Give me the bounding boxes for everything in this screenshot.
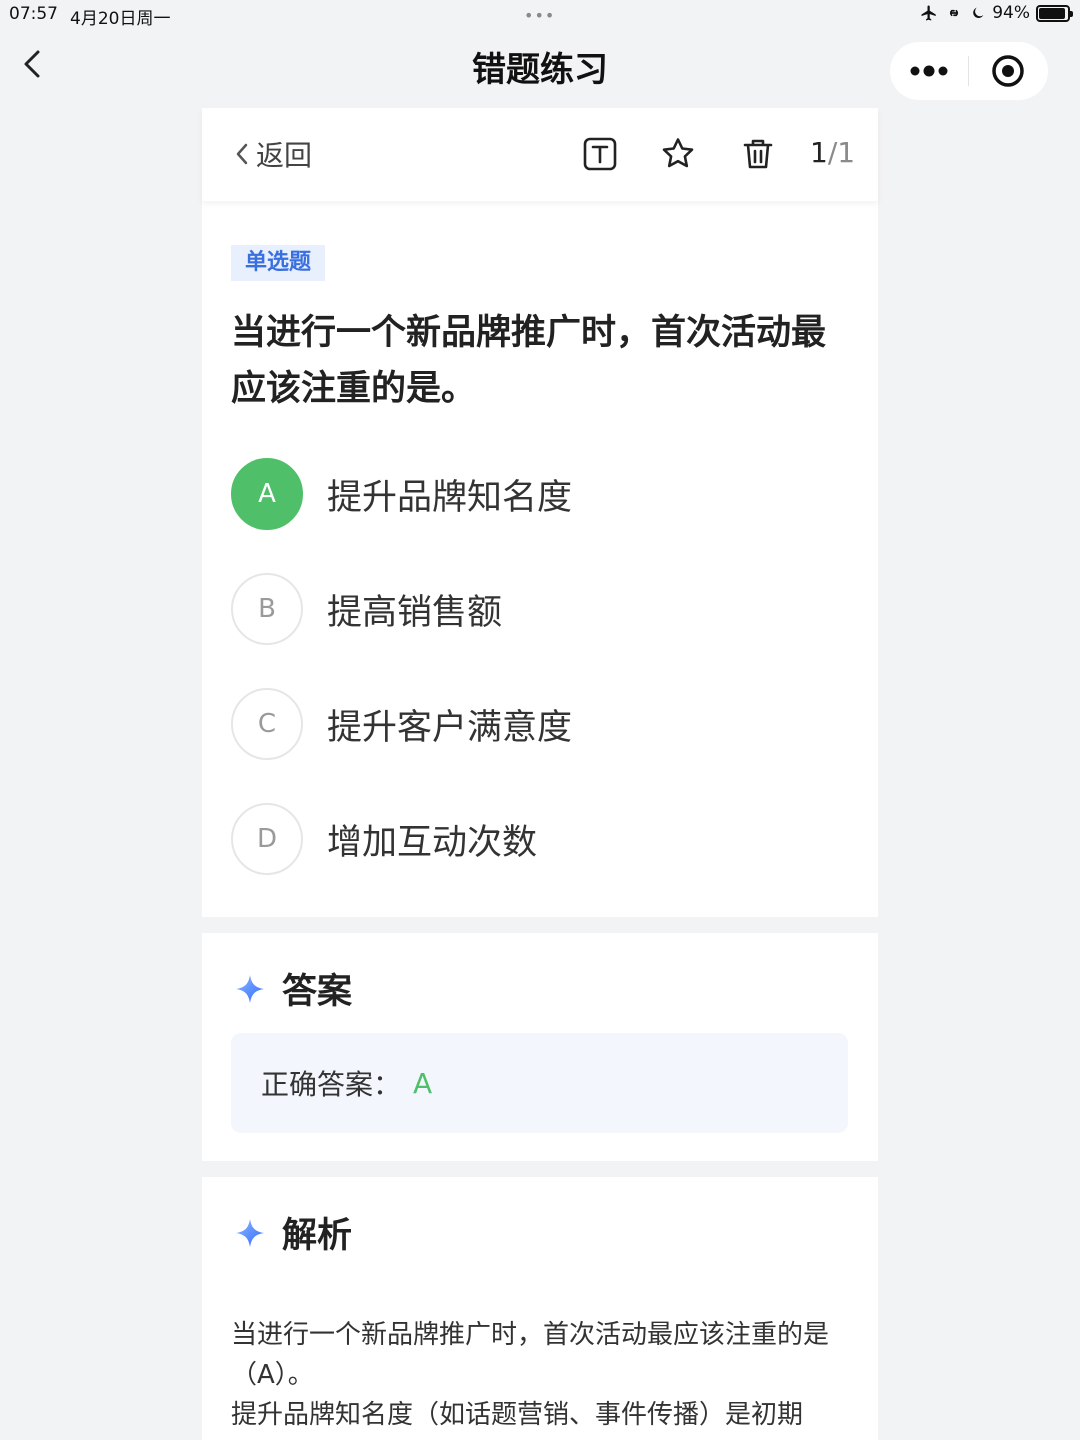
toolbar-back-label: 返回 bbox=[256, 139, 313, 172]
option-text: 提高销售额 bbox=[327, 592, 503, 633]
status-icons: 94% bbox=[920, 3, 1073, 23]
nav-bar: 错题练习 bbox=[0, 28, 1080, 108]
analysis-title: 解析 bbox=[282, 1216, 353, 1256]
battery-icon bbox=[1036, 4, 1073, 22]
chevron-left-icon bbox=[236, 143, 248, 165]
correct-answer-value: A bbox=[413, 1066, 433, 1100]
total-count: /1 bbox=[827, 136, 856, 169]
answer-card: 答案 正确答案： A bbox=[202, 933, 878, 1161]
sparkle-icon bbox=[236, 1218, 264, 1247]
more-dots-icon bbox=[910, 65, 948, 77]
toolbar-back-button[interactable]: 返回 bbox=[232, 134, 312, 174]
analysis-card: 解析 当进行一个新品牌推广时，首次活动最应该注重的是（A）。 提升品牌知名度（如… bbox=[202, 1177, 878, 1440]
question-card: 单选题 当进行一个新品牌推广时，首次活动最应该注重的是。 A 提升品牌知名度 B… bbox=[202, 201, 878, 917]
option-text: 提升客户满意度 bbox=[327, 707, 573, 748]
link-icon bbox=[950, 9, 959, 17]
option-b[interactable]: B 提高销售额 bbox=[231, 573, 851, 645]
airplane-icon bbox=[921, 5, 936, 21]
current-index: 1 bbox=[810, 136, 828, 169]
option-a[interactable]: A 提升品牌知名度 bbox=[231, 458, 851, 530]
more-button[interactable] bbox=[890, 42, 968, 100]
multitask-dots-icon[interactable]: ••• bbox=[524, 6, 555, 25]
target-circle-icon bbox=[992, 55, 1024, 87]
status-date: 4月20日周一 bbox=[70, 9, 171, 29]
analysis-line: 当进行一个新品牌推广时，首次活动最应该注重的是（A）。 bbox=[231, 1320, 830, 1390]
status-time: 07:57 bbox=[9, 4, 58, 24]
text-size-icon[interactable] bbox=[582, 136, 618, 172]
option-d[interactable]: D 增加互动次数 bbox=[231, 803, 851, 875]
analysis-text: 当进行一个新品牌推广时，首次活动最应该注重的是（A）。 提升品牌知名度（如话题营… bbox=[231, 1315, 841, 1435]
option-letter: B bbox=[231, 573, 303, 645]
sparkle-icon bbox=[236, 974, 264, 1003]
answer-header: 答案 bbox=[234, 963, 352, 1014]
question-toolbar: 返回 1/1 bbox=[202, 108, 878, 201]
battery-percent: 94% bbox=[992, 3, 1030, 23]
question-type-tag: 单选题 bbox=[231, 245, 326, 281]
mini-program-capsule bbox=[890, 42, 1048, 100]
option-letter: D bbox=[231, 803, 303, 875]
status-bar: 07:57 4月20日周一 ••• 94% bbox=[0, 0, 1080, 29]
option-text: 增加互动次数 bbox=[327, 822, 538, 863]
trash-icon[interactable] bbox=[740, 136, 776, 172]
option-c[interactable]: C 提升客户满意度 bbox=[231, 688, 851, 760]
question-counter: 1/1 bbox=[810, 136, 855, 169]
star-icon[interactable] bbox=[660, 136, 696, 172]
option-text: 提升品牌知名度 bbox=[327, 477, 573, 518]
question-text: 当进行一个新品牌推广时，首次活动最应该注重的是。 bbox=[231, 313, 827, 409]
correct-answer-box: 正确答案： A bbox=[231, 1033, 848, 1133]
correct-answer-label: 正确答案： bbox=[261, 1068, 402, 1101]
analysis-header: 解析 bbox=[234, 1207, 352, 1258]
option-letter: C bbox=[231, 688, 303, 760]
close-miniprogram-button[interactable] bbox=[969, 42, 1047, 100]
analysis-line: 提升品牌知名度（如话题营销、事件传播）是初期 bbox=[231, 1400, 804, 1430]
option-letter: A bbox=[231, 458, 303, 530]
answer-title: 答案 bbox=[282, 972, 353, 1012]
moon-icon bbox=[973, 7, 984, 18]
